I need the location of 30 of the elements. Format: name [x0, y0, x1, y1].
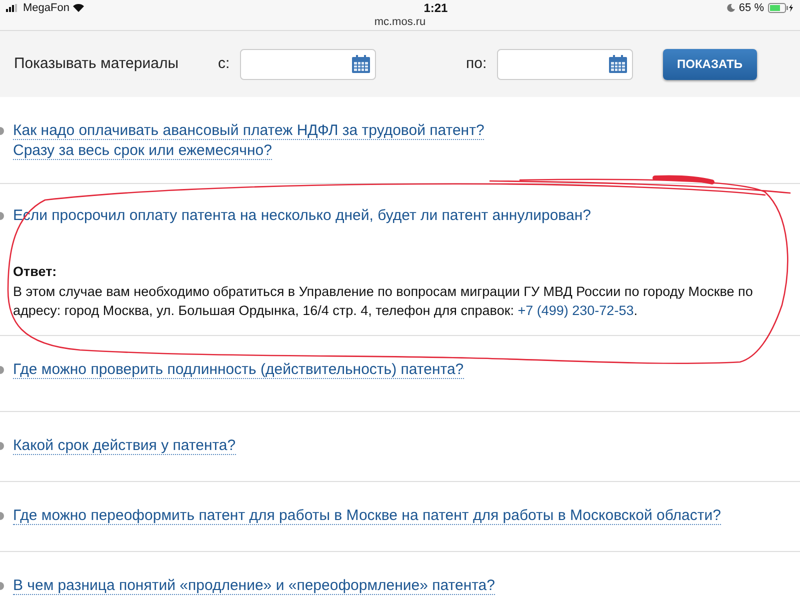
bullet-icon [0, 366, 6, 374]
status-time: 1:21 [422, 0, 448, 17]
signal-icon [6, 4, 19, 12]
date-field[interactable] [497, 48, 633, 80]
bullet-icon [0, 127, 6, 135]
address-text: mc.mos.ru [374, 16, 426, 28]
wifi-icon [73, 4, 84, 12]
carrier-name: MegaFon [23, 0, 70, 16]
show-button[interactable]: ПОКАЗАТЬ [663, 48, 756, 80]
date-label: с: [218, 54, 231, 74]
answer-text: В этом случае вам необходимо обратиться в Управление по вопросам миграции ГУ МВД России по городу Москве по адресу: город Москва, ул. Большая Ордынка, 16/4 стр. 4, телефон для справок: +7 (499) 230-72-53. [13, 283, 754, 320]
calendar-icon[interactable] [351, 54, 371, 74]
question-link[interactable]: Какой срок действия у патента? [13, 437, 236, 455]
bullet-icon [0, 582, 6, 590]
question-link[interactable]: Как надо оплачивать авансовый платеж НДФЛ за трудовой патент? [13, 122, 484, 140]
battery-percent: 65 % [738, 0, 764, 16]
phone-link[interactable]: +7 (499) 230-72-53 [518, 303, 634, 318]
moon-icon [726, 4, 735, 12]
date-label: по: [466, 54, 488, 74]
question-link[interactable]: Где можно переоформить патент для работы в Москве на патент для работы в Московской области? [13, 507, 721, 525]
question-link[interactable]: Где можно проверить подлинность (действительность) патента? [13, 361, 464, 379]
question-link[interactable]: В чем разница понятий «продление» и «переоформление» патента? [13, 577, 495, 595]
question-link[interactable]: Сразу за весь срок или ежемесячно? [13, 142, 272, 160]
answer-label: Ответ: [13, 263, 58, 281]
bullet-icon [0, 212, 6, 220]
bullet-icon [0, 512, 6, 520]
date-field[interactable] [240, 48, 376, 80]
calendar-icon[interactable] [608, 54, 628, 74]
bullet-icon [0, 442, 6, 450]
filter-label: Показывать материалы [14, 54, 180, 74]
